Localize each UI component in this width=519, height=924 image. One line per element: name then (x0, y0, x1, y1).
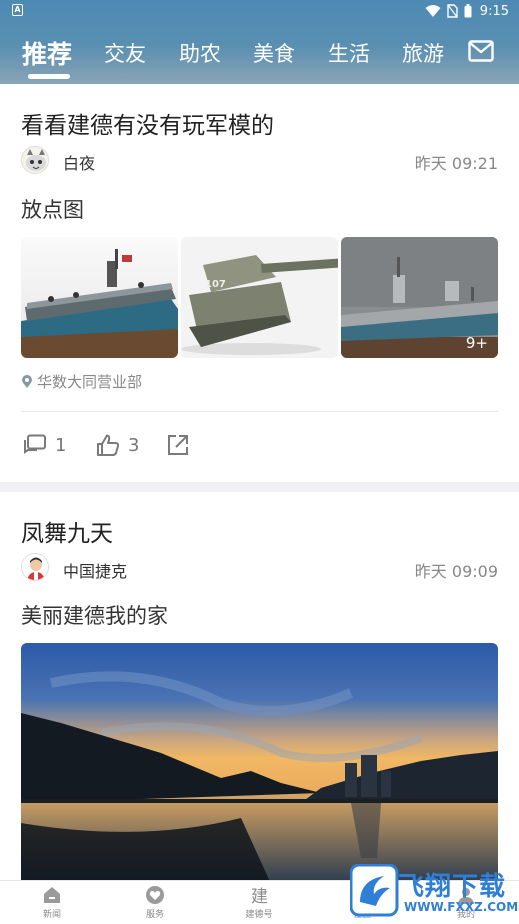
post-card[interactable]: 凤舞九天 中国捷克 昨天 09:09 美丽建德我的家 (0, 492, 519, 884)
comment-button[interactable]: 1 (23, 434, 66, 456)
tab-friends[interactable]: 交友 (104, 38, 146, 68)
tab-life[interactable]: 生活 (328, 38, 370, 68)
comment-count: 1 (55, 434, 67, 456)
location[interactable]: 华数大同营业部 (21, 371, 142, 392)
active-tab-indicator (28, 74, 70, 79)
post-body: 放点图 (21, 198, 84, 222)
post-title[interactable]: 凤舞九天 (21, 514, 113, 548)
thumbs-up-icon (97, 434, 120, 456)
status-time: 9:15 (479, 3, 509, 19)
heart-icon (146, 886, 164, 904)
watermark-url: WWW.FXXZ.COM (404, 900, 519, 914)
post-image-battleship[interactable]: 9+ (341, 237, 498, 358)
status-bar: A 9:15 (0, 0, 519, 22)
divider (21, 411, 498, 412)
wifi-icon (425, 5, 441, 17)
post-time: 昨天 09:09 (414, 562, 498, 581)
like-count: 3 (128, 434, 140, 456)
share-icon (168, 435, 188, 455)
nav-service[interactable]: 服务 (125, 885, 185, 920)
comment-icon (24, 434, 46, 454)
home-icon (44, 887, 60, 903)
tank-number: 107 (205, 279, 226, 290)
post-body: 美丽建德我的家 (21, 604, 168, 628)
no-sim-icon (447, 4, 458, 18)
post-image-tank[interactable]: 107 (181, 237, 338, 358)
jian-logo-icon: 建 (251, 887, 268, 905)
app-screen: A 9:15 推荐 交友 助农 美食 生活 旅游 看看建德有没有玩军模的 白夜 … (0, 0, 519, 924)
like-button[interactable]: 3 (96, 434, 139, 456)
mail-icon[interactable] (468, 40, 494, 62)
more-images-badge: 9+ (465, 334, 488, 352)
location-pin-icon (22, 374, 32, 388)
tab-agriculture[interactable]: 助农 (179, 38, 221, 68)
category-tabs: 推荐 交友 助农 美食 生活 旅游 (0, 30, 460, 80)
share-button[interactable] (167, 434, 189, 456)
author-name[interactable]: 白夜 (63, 150, 95, 174)
avatar[interactable] (21, 146, 49, 174)
post-image-sunset[interactable] (21, 643, 498, 884)
watermark: 飞翔下载 WWW.FXXZ.COM (350, 862, 518, 920)
nav-jiande[interactable]: 建 建德号 (229, 885, 289, 920)
post-card[interactable]: 看看建德有没有玩军模的 白夜 昨天 09:21 放点图 107 9+ 华数大同营… (0, 84, 519, 482)
post-title[interactable]: 看看建德有没有玩军模的 (21, 106, 274, 140)
notification-icon: A (12, 4, 23, 16)
tab-recommend[interactable]: 推荐 (22, 35, 72, 71)
avatar[interactable] (21, 553, 49, 581)
location-label: 华数大同营业部 (37, 373, 143, 391)
nav-news[interactable]: 新闻 (22, 885, 82, 920)
author-name[interactable]: 中国捷克 (63, 558, 127, 582)
tab-travel[interactable]: 旅游 (402, 38, 444, 68)
svg-text:建: 建 (251, 887, 268, 905)
post-image-carrier[interactable] (21, 237, 178, 358)
post-time: 昨天 09:21 (414, 154, 498, 173)
header: A 9:15 推荐 交友 助农 美食 生活 旅游 (0, 0, 519, 84)
watermark-logo-icon (350, 864, 399, 917)
watermark-text: 飞翔下载 (398, 872, 507, 902)
battery-icon (464, 4, 472, 18)
tab-food[interactable]: 美食 (253, 38, 295, 68)
